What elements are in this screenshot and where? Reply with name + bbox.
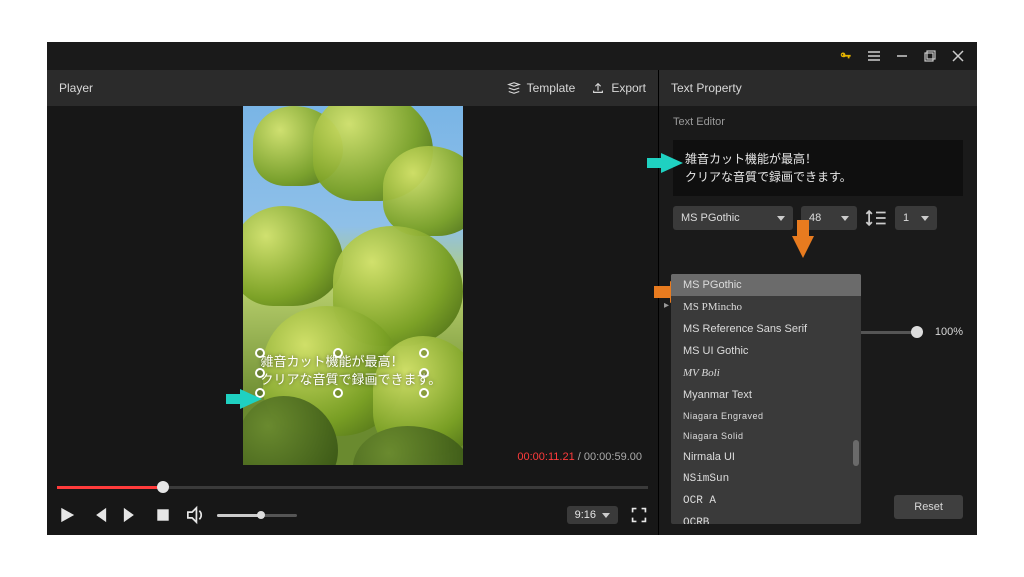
template-label: Template <box>527 81 576 95</box>
hamburger-icon[interactable] <box>867 49 881 63</box>
total-time: 00:00:59.00 <box>584 451 642 463</box>
selection-handle[interactable] <box>255 368 265 378</box>
opacity-value: 100% <box>927 326 963 338</box>
line-height-value: 1 <box>903 212 909 224</box>
font-option[interactable]: MS Reference Sans Serif <box>671 318 861 340</box>
font-size-dropdown[interactable]: 48 <box>801 206 857 230</box>
close-icon[interactable] <box>951 49 965 63</box>
font-family-dropdown[interactable]: MS PGothic <box>673 206 793 230</box>
line-height-dropdown[interactable]: 1 <box>895 206 937 230</box>
restore-icon[interactable] <box>923 49 937 63</box>
volume-slider[interactable] <box>217 514 297 517</box>
text-property-header: Text Property <box>659 70 977 106</box>
font-option[interactable]: OCRB <box>671 512 861 524</box>
selection-handle[interactable] <box>333 348 343 358</box>
current-time: 00:00:11.21 <box>517 451 574 463</box>
preview-canvas: 雑音カット機能が最高！ クリアな音質で録画できます。 <box>243 106 463 465</box>
selection-handle[interactable] <box>419 368 429 378</box>
font-option[interactable]: MS UI Gothic <box>671 340 861 362</box>
chevron-down-icon <box>602 513 610 518</box>
line-height-icon <box>865 207 887 229</box>
annotation-arrow-cyan <box>240 389 262 409</box>
font-option[interactable]: NSimSun <box>671 468 861 490</box>
fullscreen-button[interactable] <box>630 506 648 524</box>
font-family-value: MS PGothic <box>681 212 740 224</box>
player-panel: Player Template Export <box>47 70 659 535</box>
text-property-title: Text Property <box>671 81 742 95</box>
volume-icon[interactable] <box>185 505 205 525</box>
font-option[interactable]: MS PGothic <box>671 274 861 296</box>
chevron-down-icon <box>777 216 785 221</box>
chevron-down-icon <box>841 216 849 221</box>
caption-line1: 雑音カット機能が最高！ <box>261 354 404 369</box>
video-preview[interactable]: 雑音カット機能が最高！ クリアな音質で録画できます。 <box>47 106 658 465</box>
reset-button[interactable]: Reset <box>894 495 963 519</box>
text-editor-label: Text Editor <box>659 106 977 134</box>
play-button[interactable] <box>57 505 77 525</box>
font-option[interactable]: Myanmar Text <box>671 384 861 406</box>
caption-overlay[interactable]: 雑音カット機能が最高！ クリアな音質で録画できます。 <box>261 353 442 389</box>
aspect-ratio-value: 9:16 <box>575 509 596 521</box>
annotation-arrow-cyan <box>661 153 683 173</box>
player-title: Player <box>59 81 93 95</box>
font-option[interactable]: MS PMincho <box>671 296 861 318</box>
prev-button[interactable] <box>89 505 109 525</box>
font-option[interactable]: OCR A <box>671 490 861 512</box>
template-button[interactable]: Template <box>507 81 576 95</box>
selection-handle[interactable] <box>255 348 265 358</box>
seek-bar[interactable] <box>47 479 658 495</box>
selection-handle[interactable] <box>333 388 343 398</box>
font-family-options[interactable]: MS PGothicMS PMinchoMS Reference Sans Se… <box>671 274 861 524</box>
opacity-thumb[interactable] <box>911 326 923 338</box>
aspect-ratio-dropdown[interactable]: 9:16 <box>567 506 618 524</box>
minimize-icon[interactable] <box>895 49 909 63</box>
chevron-down-icon <box>921 216 929 221</box>
font-option[interactable]: MV Boli <box>671 362 861 384</box>
font-option[interactable]: Niagara Engraved <box>671 406 861 426</box>
annotation-arrow-orange <box>792 236 814 258</box>
caption-line2: クリアな音質で録画できます。 <box>261 372 442 387</box>
selection-handle[interactable] <box>419 348 429 358</box>
timeline: 00:00:11.21 / 00:00:59.00 <box>47 465 658 535</box>
export-button[interactable]: Export <box>591 81 646 95</box>
font-option[interactable]: Niagara Solid <box>671 426 861 446</box>
selection-handle[interactable] <box>419 388 429 398</box>
panel-collapse-caret[interactable]: ▸ <box>664 300 669 311</box>
titlebar <box>47 42 977 70</box>
scrollbar-thumb[interactable] <box>853 440 859 466</box>
font-option[interactable]: Nirmala UI <box>671 446 861 468</box>
next-button[interactable] <box>121 505 141 525</box>
export-label: Export <box>611 81 646 95</box>
stop-button[interactable] <box>153 505 173 525</box>
vip-key-icon[interactable] <box>839 49 853 63</box>
seek-thumb[interactable] <box>157 481 169 493</box>
font-size-value: 48 <box>809 212 821 224</box>
player-header: Player Template Export <box>47 70 658 106</box>
timecode: 00:00:11.21 / 00:00:59.00 <box>517 451 642 463</box>
app-window: Player Template Export <box>47 42 977 535</box>
text-editor-input[interactable]: 雑音カット機能が最高！ クリアな音質で録画できます。 <box>673 140 963 196</box>
